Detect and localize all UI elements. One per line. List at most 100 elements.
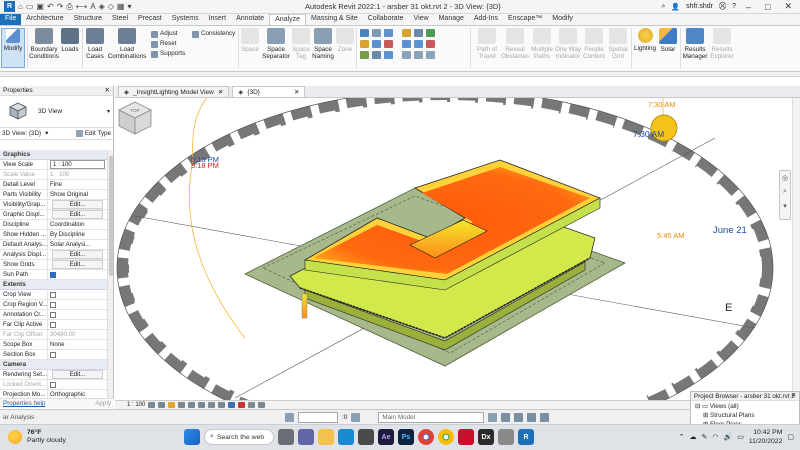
design-options-icon[interactable]: [488, 412, 498, 422]
supports-button[interactable]: Supports: [151, 49, 185, 59]
property-checkbox-cell[interactable]: [48, 350, 107, 359]
teams-icon[interactable]: [298, 429, 314, 445]
solar-button[interactable]: Solar: [658, 28, 678, 53]
notification-icon[interactable]: ▢: [787, 433, 794, 441]
property-checkbox-cell[interactable]: [48, 290, 107, 299]
tab-systems[interactable]: Systems: [167, 14, 204, 25]
windows-start-icon[interactable]: [184, 429, 200, 445]
help-icon[interactable]: ?: [732, 3, 736, 10]
properties-help-link[interactable]: Properties help: [3, 400, 45, 407]
tab-file[interactable]: File: [0, 14, 22, 25]
tab-analyze[interactable]: Analyze: [269, 14, 307, 25]
property-section-camera[interactable]: Camera: [0, 360, 107, 370]
property-checkbox[interactable]: [50, 292, 56, 298]
crop-region-icon[interactable]: [208, 402, 216, 408]
adjust-button[interactable]: Adjust: [151, 29, 185, 39]
tab-annotate[interactable]: Annotate: [231, 14, 269, 25]
property-value[interactable]: By Discipline: [48, 230, 107, 239]
property-checkbox[interactable]: [50, 272, 56, 278]
sketchup-icon[interactable]: [458, 429, 474, 445]
panel-schedules-icon[interactable]: [384, 40, 393, 48]
open-icon[interactable]: ▭: [26, 2, 34, 11]
one-way-indicator-button[interactable]: One Way Indicator: [555, 28, 581, 60]
detail-level-icon[interactable]: [148, 402, 156, 408]
volume-icon[interactable]: 🔊: [724, 433, 733, 441]
heating-loads-icon[interactable]: [360, 51, 369, 59]
section-icon[interactable]: ◇: [108, 2, 114, 11]
tab-3d-view[interactable]: ◈ {3D} ✕: [232, 86, 306, 97]
expand-icon[interactable]: ⊞: [703, 412, 708, 419]
shadows-icon[interactable]: [178, 402, 186, 408]
tab-modify[interactable]: Modify: [547, 14, 578, 25]
clock[interactable]: 10:42 PM 11/20/2022: [749, 428, 783, 446]
tree-item-views[interactable]: ⊟ ▭ Views (all): [695, 402, 795, 411]
property-value[interactable]: Coordination: [48, 220, 107, 229]
measure-icon[interactable]: ⟷: [76, 2, 87, 11]
boundary-conditions-button[interactable]: Boundary Conditions: [29, 28, 59, 60]
revit-taskbar-icon[interactable]: R: [518, 429, 534, 445]
results-manager-button[interactable]: Results Manager: [682, 28, 708, 60]
loads-button[interactable]: Loads: [60, 28, 80, 53]
close-hidden-icon[interactable]: ▦: [117, 2, 125, 11]
analysis-icon[interactable]: [426, 51, 435, 59]
check-pipe-icon[interactable]: [372, 29, 381, 37]
tab-enscape[interactable]: Enscape™: [503, 14, 547, 25]
close-icon[interactable]: ✕: [294, 88, 299, 96]
chevron-up-icon[interactable]: ⌃: [679, 433, 685, 441]
user-name[interactable]: shfr.shdr: [686, 3, 713, 10]
cloud-icon[interactable]: ☁: [690, 433, 697, 441]
select-underlay-icon[interactable]: [514, 412, 524, 422]
revit-logo-icon[interactable]: R: [4, 1, 15, 12]
close-button[interactable]: ✕: [780, 1, 796, 12]
reset-button[interactable]: Reset: [151, 39, 185, 49]
maximize-button[interactable]: □: [761, 2, 774, 12]
legend-icon[interactable]: [414, 29, 423, 37]
reveal-hidden-icon[interactable]: [238, 402, 246, 408]
property-checkbox-cell[interactable]: [48, 310, 107, 319]
tab-precast[interactable]: Precast: [133, 14, 167, 25]
chevron-down-icon[interactable]: ▾: [45, 130, 48, 137]
tab-manage[interactable]: Manage: [434, 14, 469, 25]
file-explorer-icon[interactable]: [318, 429, 334, 445]
home-icon[interactable]: ⌂: [18, 2, 23, 11]
property-checkbox-cell[interactable]: [48, 270, 107, 279]
lock-icon[interactable]: [218, 402, 226, 408]
store-icon[interactable]: [358, 429, 374, 445]
drawing-area[interactable]: 5:18 PM 5:18 PM 7:30 AM 7:30 AM 5:45 AM …: [115, 98, 800, 400]
consistency-button[interactable]: Consistency: [192, 29, 235, 39]
tab-steel[interactable]: Steel: [107, 14, 133, 25]
steering-wheel-icon[interactable]: ◎: [782, 174, 788, 182]
property-checkbox-cell[interactable]: [48, 300, 107, 309]
undo-icon[interactable]: ↶: [47, 2, 54, 11]
minimize-button[interactable]: –: [742, 2, 755, 12]
property-checkbox-cell[interactable]: [48, 320, 107, 329]
chrome-profile-icon[interactable]: [438, 429, 454, 445]
property-value[interactable]: Edit...: [52, 210, 103, 219]
multiple-paths-button[interactable]: Multiple Paths: [530, 28, 554, 60]
property-checkbox[interactable]: [50, 302, 56, 308]
tab-collaborate[interactable]: Collaborate: [363, 14, 409, 25]
sun-path-icon[interactable]: [168, 402, 176, 408]
pipe-legend-icon[interactable]: [414, 40, 423, 48]
property-value[interactable]: Show Original: [48, 190, 107, 199]
space-naming-button[interactable]: Space Naming: [311, 28, 335, 60]
duct-legend-icon[interactable]: [402, 40, 411, 48]
property-checkbox[interactable]: [50, 352, 56, 358]
property-section-extents[interactable]: Extents: [0, 280, 107, 290]
editable-only-icon[interactable]: [285, 412, 294, 422]
dx-icon[interactable]: Dx: [478, 429, 494, 445]
wifi-icon[interactable]: ◠: [712, 433, 718, 441]
chevron-down-icon[interactable]: ▾: [783, 202, 787, 210]
close-icon[interactable]: ✕: [218, 88, 223, 96]
people-content-button[interactable]: People Content: [582, 28, 606, 60]
property-value[interactable]: Solar Analysi...: [48, 240, 107, 249]
space-button[interactable]: Space: [240, 28, 260, 53]
after-effects-icon[interactable]: Ae: [378, 429, 394, 445]
reveal-obstacles-button[interactable]: Reveal Obstacles: [501, 28, 529, 60]
duct-pressure-icon[interactable]: [360, 40, 369, 48]
viewcube[interactable]: TOP: [115, 98, 155, 138]
show-disconnects-icon[interactable]: [384, 29, 393, 37]
search-icon[interactable]: ⌕: [661, 3, 665, 11]
load-combinations-button[interactable]: Load Combinations: [107, 28, 147, 60]
property-value[interactable]: Edit...: [52, 370, 103, 379]
